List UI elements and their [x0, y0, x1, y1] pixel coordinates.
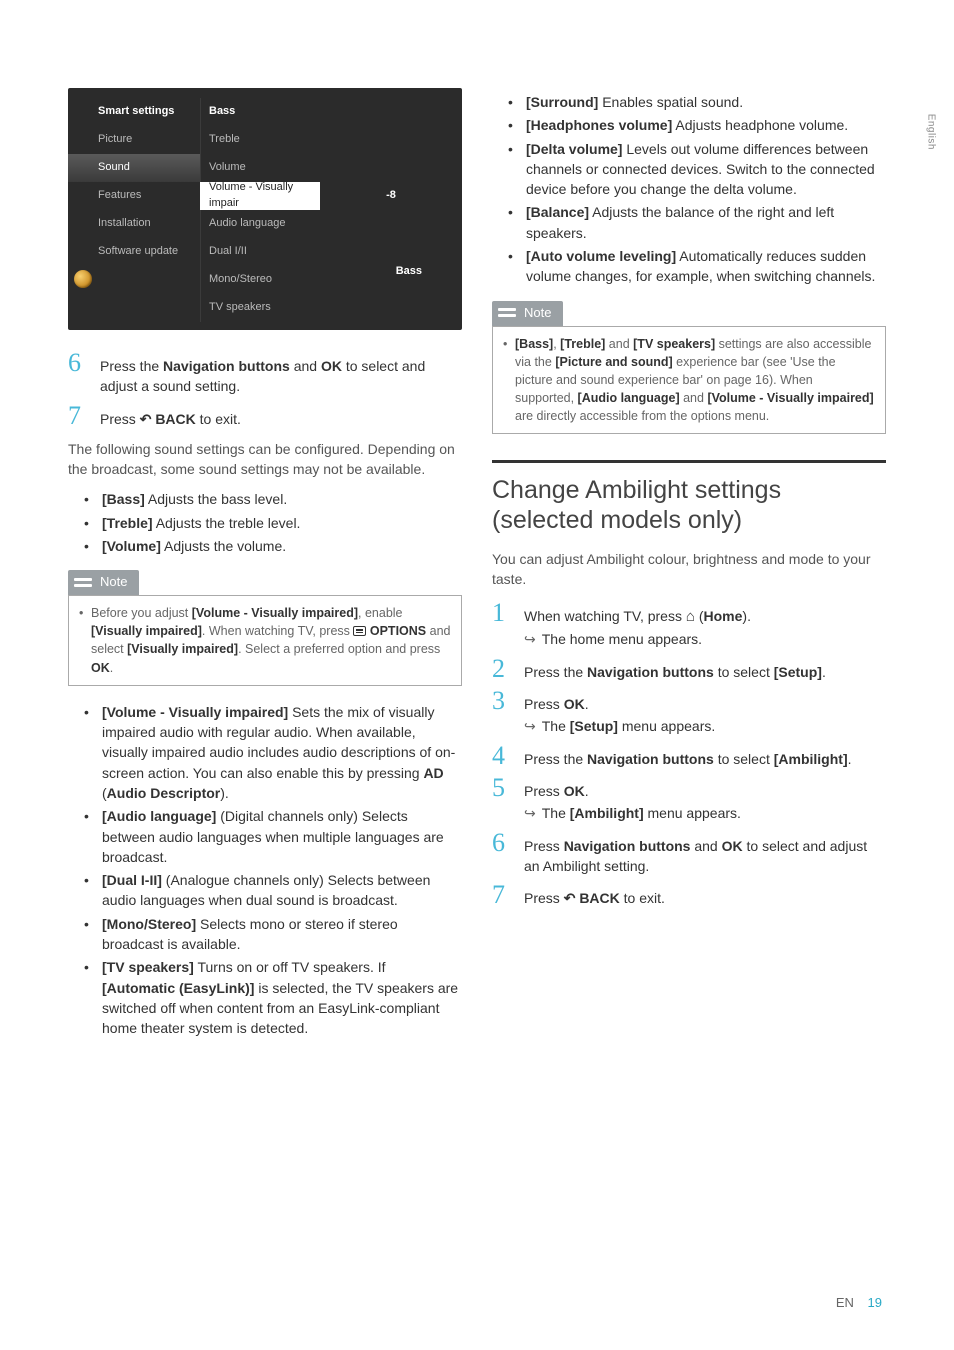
step-number: 2 [492, 656, 510, 682]
result-text: The home menu appears. [524, 629, 886, 649]
tv-left-item: Features [68, 182, 200, 210]
remote-ring-graphic [74, 270, 92, 288]
step-number: 4 [492, 743, 510, 769]
home-icon [686, 608, 695, 624]
page-footer: EN 19 [836, 1295, 882, 1310]
options-icon [353, 626, 366, 636]
step-7: 7 Press BACK to exit. [68, 403, 462, 429]
step-text: When watching TV, press (Home). The home… [524, 606, 886, 650]
step-number: 5 [492, 775, 510, 801]
step-3: 3 Press OK. The [Setup] menu appears. [492, 688, 886, 737]
step-text: Press Navigation buttons and OK to selec… [524, 836, 886, 877]
note-header: Note [492, 301, 563, 326]
list-item: [Auto volume leveling] Automatically red… [492, 246, 886, 287]
list-item: [Headphones volume] Adjusts headphone vo… [492, 115, 886, 135]
footer-page-number: 19 [868, 1295, 882, 1310]
step-text: Press the Navigation buttons to select [… [524, 662, 886, 682]
step-5: 5 Press OK. The [Ambilight] menu appears… [492, 775, 886, 824]
tv-right-item: Audio language [200, 210, 320, 238]
list-item: [Bass] Adjusts the bass level. [68, 489, 462, 509]
bullet-list: [Volume - Visually impaired] Sets the mi… [68, 702, 462, 1039]
bullet-list: [Surround] Enables spatial sound. [Headp… [492, 92, 886, 287]
step-number: 1 [492, 600, 510, 626]
step-number: 6 [492, 830, 510, 856]
list-item: [Volume - Visually impaired] Sets the mi… [68, 702, 462, 803]
tv-right-item: TV speakers [200, 294, 320, 322]
step-6: 6 Press Navigation buttons and OK to sel… [492, 830, 886, 877]
note-icon [498, 306, 516, 320]
note-box: Note [Bass], [Treble] and [TV speakers] … [492, 301, 886, 434]
tv-right-item-selected: Volume - Visually impair [200, 182, 320, 210]
list-item: [Dual I-II] (Analogue channels only) Sel… [68, 870, 462, 911]
step-number: 3 [492, 688, 510, 714]
note-body: Before you adjust [Volume - Visually imp… [68, 595, 462, 686]
paragraph: You can adjust Ambilight colour, brightn… [492, 549, 886, 590]
note-header: Note [68, 570, 139, 595]
footer-lang: EN [836, 1295, 854, 1310]
page-content: Smart settings Bass Picture Treble Sound… [0, 0, 954, 1088]
note-box: Note Before you adjust [Volume - Visuall… [68, 570, 462, 685]
language-tab: English [925, 114, 936, 150]
tv-left-item: Smart settings [68, 98, 200, 126]
tv-right-item: Bass [200, 98, 320, 126]
step-4: 4 Press the Navigation buttons to select… [492, 743, 886, 769]
tv-right-item: Dual I/II [200, 238, 320, 266]
step-text: Press OK. The [Ambilight] menu appears. [524, 781, 886, 824]
tv-left-item: Software update [68, 238, 200, 266]
step-6: 6 Press the Navigation buttons and OK to… [68, 350, 462, 397]
tv-left-item: Installation [68, 210, 200, 238]
tv-left-item-selected: Sound [68, 154, 200, 182]
step-text: Press the Navigation buttons and OK to s… [100, 356, 462, 397]
step-number: 7 [492, 882, 510, 908]
step-number: 7 [68, 403, 86, 429]
back-icon [140, 411, 152, 427]
tv-left-item: Picture [68, 126, 200, 154]
list-item: [TV speakers] Turns on or off TV speaker… [68, 957, 462, 1038]
list-item: [Mono/Stereo] Selects mono or stereo if … [68, 914, 462, 955]
tv-right-item: Mono/Stereo [200, 266, 320, 294]
back-icon [564, 890, 576, 906]
tv-right-item: Volume [200, 154, 320, 182]
step-text: Press BACK to exit. [100, 409, 462, 429]
paragraph: The following sound settings can be conf… [68, 439, 462, 480]
list-item: [Treble] Adjusts the treble level. [68, 513, 462, 533]
right-column: [Surround] Enables spatial sound. [Headp… [492, 88, 886, 1048]
step-number: 6 [68, 350, 86, 376]
note-icon [74, 576, 92, 590]
list-item: [Surround] Enables spatial sound. [492, 92, 886, 112]
step-text: Press BACK to exit. [524, 888, 886, 908]
step-2: 2 Press the Navigation buttons to select… [492, 656, 886, 682]
tv-right-item: Treble [200, 126, 320, 154]
step-7: 7 Press BACK to exit. [492, 882, 886, 908]
list-item: [Balance] Adjusts the balance of the rig… [492, 202, 886, 243]
result-text: The [Ambilight] menu appears. [524, 803, 886, 823]
tv-preview-label: Bass [396, 264, 422, 280]
step-1: 1 When watching TV, press (Home). The ho… [492, 600, 886, 650]
list-item: [Audio language] (Digital channels only)… [68, 806, 462, 867]
result-text: The [Setup] menu appears. [524, 716, 886, 736]
step-text: Press OK. The [Setup] menu appears. [524, 694, 886, 737]
list-item: [Volume] Adjusts the volume. [68, 536, 462, 556]
list-item: [Delta volume] Levels out volume differe… [492, 139, 886, 200]
left-column: Smart settings Bass Picture Treble Sound… [68, 88, 462, 1048]
section-heading: Change Ambilight settings (selected mode… [492, 460, 886, 535]
note-body: [Bass], [Treble] and [TV speakers] setti… [492, 326, 886, 435]
step-text: Press the Navigation buttons to select [… [524, 749, 886, 769]
tv-value: -8 [320, 182, 462, 210]
tv-menu-screenshot: Smart settings Bass Picture Treble Sound… [68, 88, 462, 330]
bullet-list: [Bass] Adjusts the bass level. [Treble] … [68, 489, 462, 556]
